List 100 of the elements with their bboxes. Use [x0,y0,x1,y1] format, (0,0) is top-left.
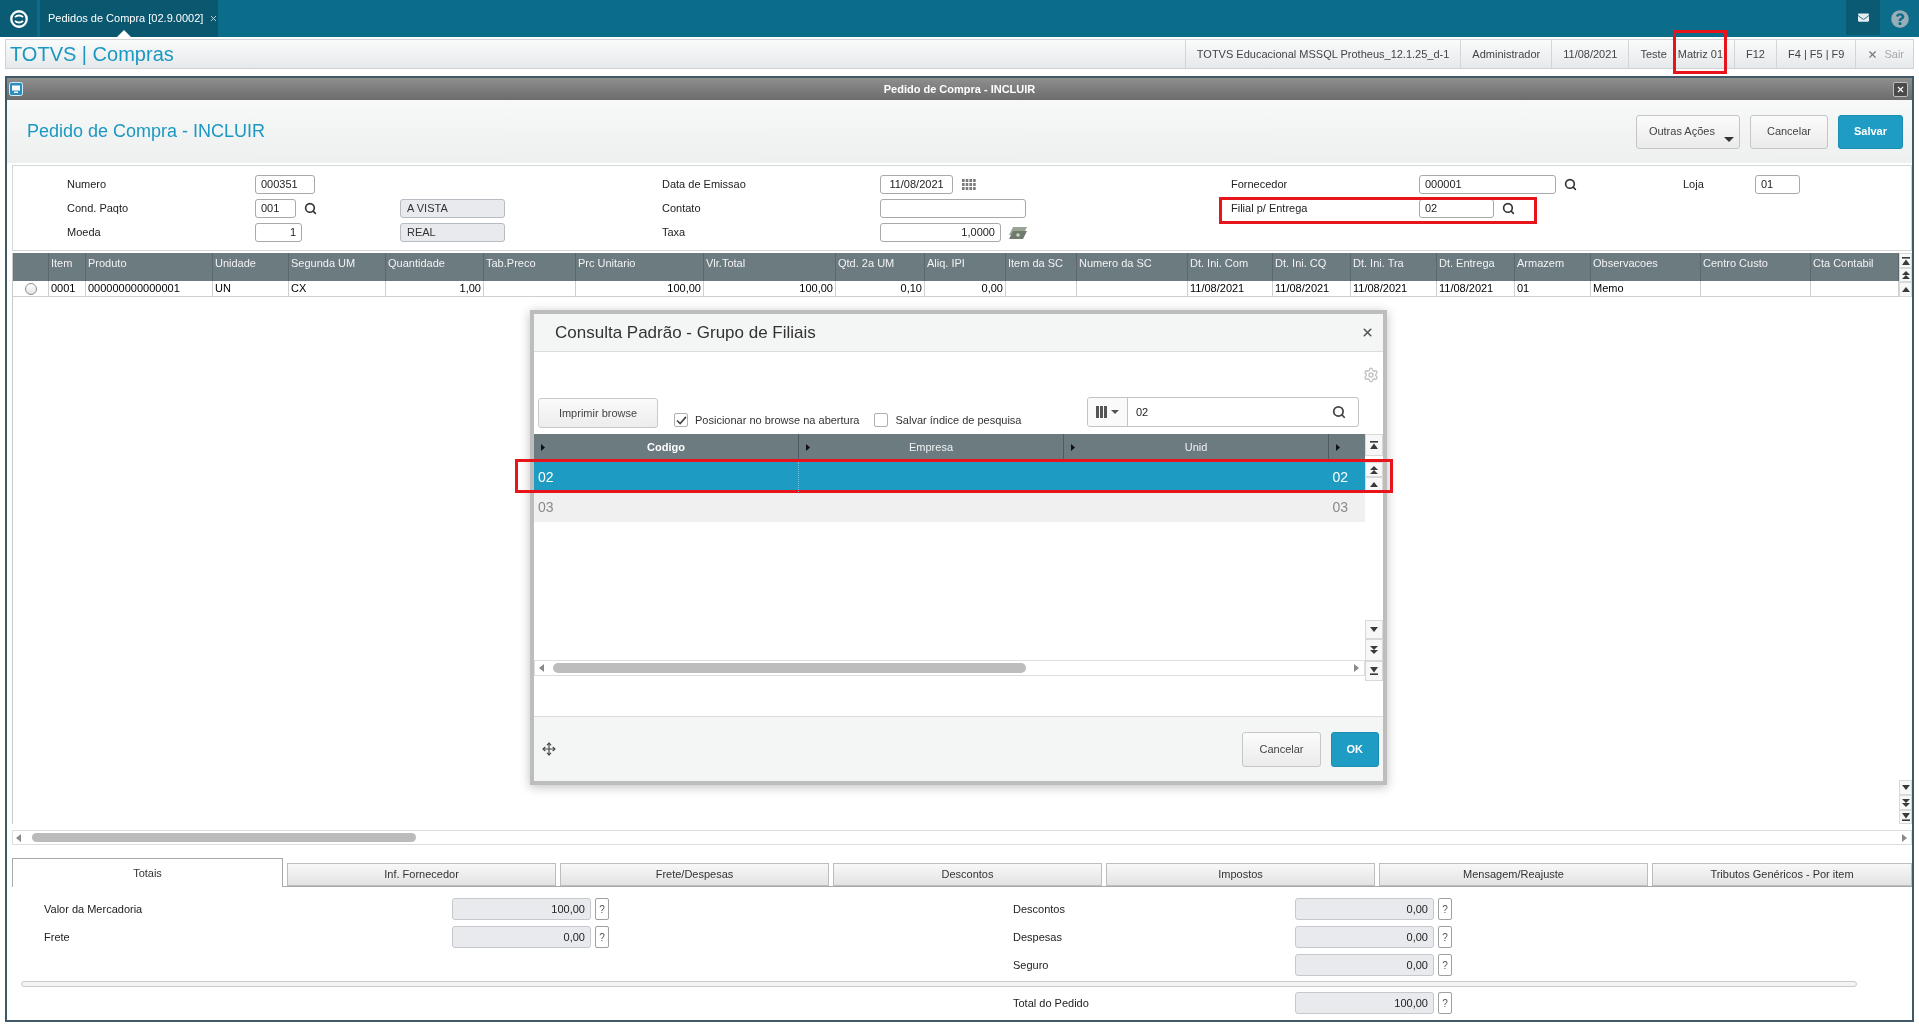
help-button[interactable]: ? [1438,898,1452,920]
table-cell-text: 03 [1332,497,1348,517]
radio-button[interactable] [24,282,37,295]
close-icon[interactable] [209,14,219,23]
column-header[interactable]: Aliq. IPI [925,253,1006,281]
search-icon[interactable] [1502,202,1515,215]
right-arrow-icon[interactable] [1902,833,1907,842]
column-header[interactable]: Quantidade [386,253,484,281]
cancel-button[interactable]: Cancelar [1242,731,1321,767]
banknote-icon[interactable] [1009,226,1027,239]
horizontal-scrollbar[interactable] [12,830,1912,845]
column-header[interactable]: Vlr.Total [704,253,836,281]
column-header[interactable]: Dt. Ini. Com [1188,253,1273,281]
tab[interactable]: Tributos Genéricos - Por item [1652,863,1912,886]
close-icon [1896,84,1905,94]
column-header[interactable]: Unidade [213,253,289,281]
right-triangle-icon [806,444,810,451]
checkbox[interactable] [874,413,889,428]
column-header[interactable]: Segunda UM [289,253,386,281]
tab[interactable]: Frete/Despesas [560,863,829,886]
left-arrow-icon[interactable] [16,833,21,842]
column-header[interactable]: Observacoes [1591,253,1701,281]
search-icon[interactable] [1332,405,1346,419]
column-header[interactable]: Unid [1064,434,1329,460]
scroll-down-button[interactable] [1365,620,1383,639]
search-icon[interactable] [1564,178,1577,191]
print-button[interactable]: Imprimir browse [538,398,658,428]
shortcut-button[interactable]: F12 [1746,45,1765,63]
calendar-icon[interactable] [962,179,976,190]
left-arrow-icon[interactable] [539,664,544,672]
column-header[interactable]: Dt. Entrega [1437,253,1515,281]
search-icon[interactable] [304,202,317,215]
page-down-button[interactable] [1899,795,1912,810]
column-header[interactable]: Produto [86,253,213,281]
circle-logo-icon [9,9,28,28]
scroll-top-button[interactable] [1899,253,1912,268]
page-up-button[interactable] [1899,268,1912,282]
column-header[interactable]: Item [49,253,86,281]
scroll-down-button[interactable] [1899,780,1912,795]
window-title: Pedido de Compra - INCLUIR [883,81,1036,97]
column-header[interactable]: Prc Unitario [576,253,704,281]
column-header[interactable]: Empresa [799,434,1064,460]
table-cell: 100,00 [704,281,836,296]
input-field[interactable]: 01 [1755,175,1800,194]
scrollbar-thumb[interactable] [553,663,1026,673]
scrollbar-thumb[interactable] [32,833,416,842]
input-field[interactable]: 000001 [1419,175,1556,194]
scroll-up-button[interactable] [1899,282,1912,297]
column-selector-button[interactable] [1088,398,1128,426]
field-label: Total do Pedido [1013,995,1090,1011]
cancel-button[interactable]: Cancelar [1749,114,1828,149]
column-header[interactable]: Item da SC [1006,253,1077,281]
close-button[interactable] [1893,81,1908,97]
checkbox[interactable] [674,413,688,428]
help-button[interactable]: ? [1438,926,1452,948]
column-header[interactable]: Dt. Ini. CQ [1273,253,1351,281]
horizontal-scrollbar[interactable] [534,660,1365,676]
help-button[interactable]: ? [1438,992,1452,1014]
search-field[interactable]: 02 [1087,397,1359,427]
tab[interactable]: Descontos [833,863,1102,886]
column-header[interactable]: Dt. Ini. Tra [1351,253,1437,281]
input-field[interactable] [880,199,1026,218]
tab[interactable]: Inf. Fornecedor [287,863,556,886]
page-down-button[interactable] [1365,639,1383,661]
column-header[interactable]: Numero da SC [1077,253,1188,281]
column-header[interactable]: Codigo [534,434,799,460]
shortcut-button[interactable]: F4 | F5 | F9 [1788,45,1845,63]
scroll-bottom-button[interactable] [1899,810,1912,824]
help-button[interactable]: ? [595,926,609,948]
help-icon[interactable] [1890,9,1909,28]
column-header[interactable]: Qtd. 2a UM [836,253,925,281]
menu-button[interactable]: Outras Ações [1635,114,1740,149]
move-icon[interactable] [542,742,556,756]
column-header[interactable]: Armazem [1515,253,1591,281]
help-button[interactable]: ? [595,898,609,920]
page-up-button[interactable] [1365,462,1383,477]
scroll-bottom-button[interactable] [1365,661,1383,681]
field-label: Despesas [1013,929,1063,945]
field-label: Descontos [1013,901,1066,917]
amount-field: 100,00 [1295,992,1434,1014]
input-field[interactable]: 001 [255,199,296,218]
input-field[interactable]: 1,0000 [880,223,1001,242]
checkmark-icon [675,415,687,425]
column-header[interactable]: Tab.Preco [484,253,576,281]
help-button[interactable]: ? [1438,954,1452,976]
app-tab[interactable]: Pedidos de Compra [02.9.0002] [40,0,218,37]
table-cell: 11/08/2021 [1437,281,1515,296]
date-field[interactable]: 11/08/2021 [880,175,953,194]
right-arrow-icon[interactable] [1354,664,1359,672]
tab[interactable]: Totais [12,858,283,887]
mail-icon[interactable] [1856,12,1870,23]
close-icon[interactable] [1361,326,1374,339]
right-triangle-icon [1071,444,1075,451]
column-header[interactable]: Centro Custo [1701,253,1811,281]
scroll-top-button[interactable] [1365,434,1383,456]
input-field[interactable]: 000351 [255,175,315,194]
tab[interactable]: Mensagem/Reajuste [1379,863,1648,886]
input-field[interactable]: 1 [255,223,302,242]
tab[interactable]: Impostos [1106,863,1375,886]
table-cell: 0001 [49,281,86,296]
